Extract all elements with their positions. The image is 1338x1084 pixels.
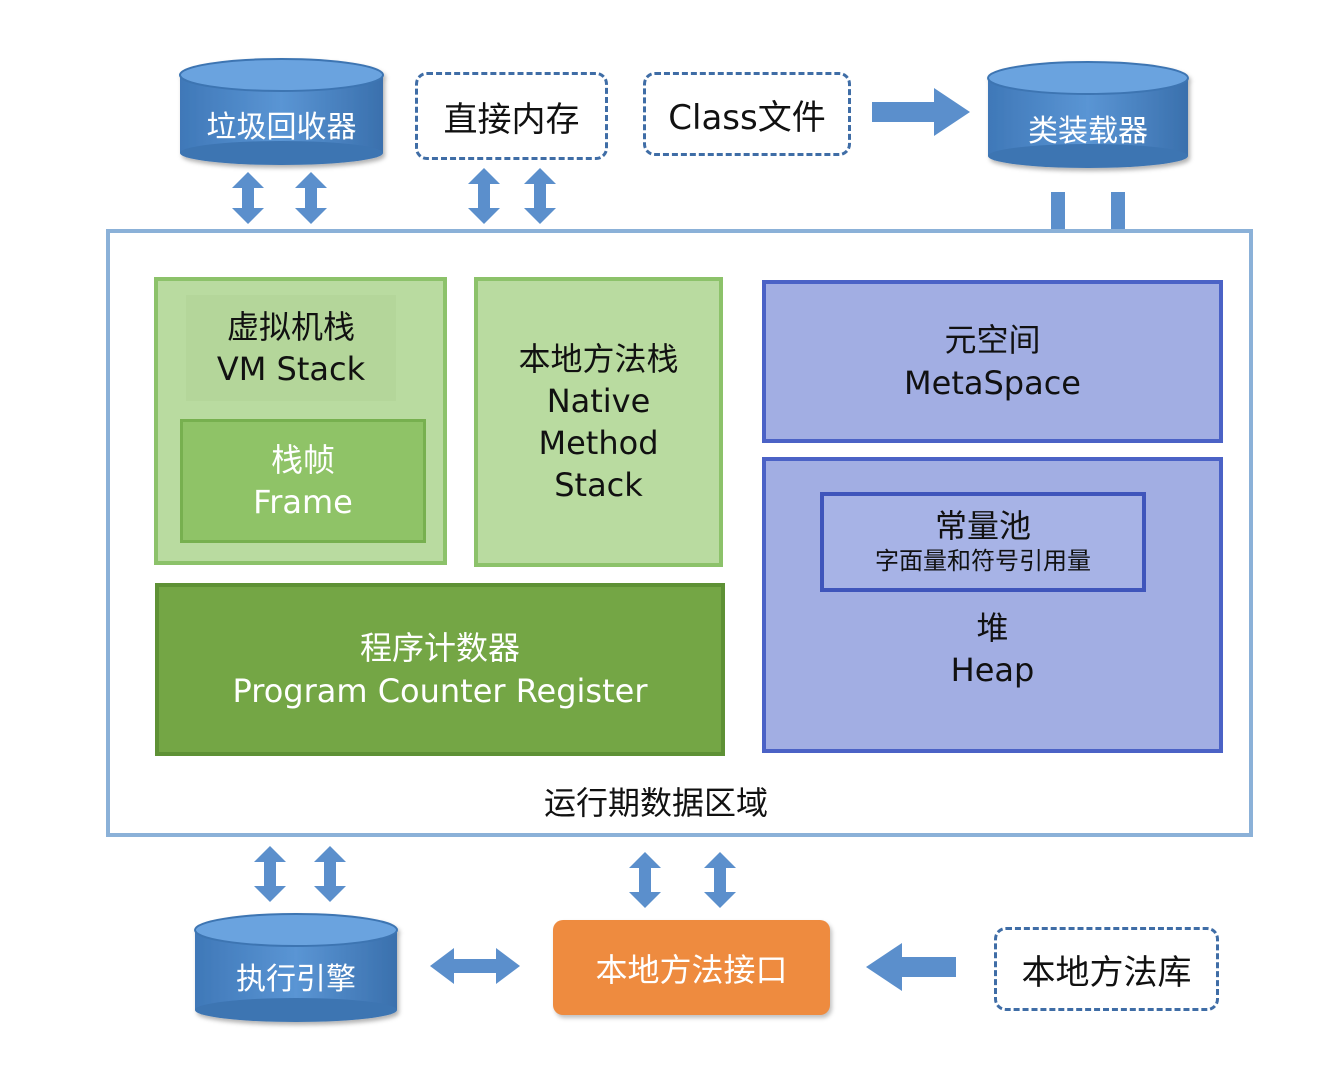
metaspace-cn: 元空间 xyxy=(944,321,1041,360)
frame-box: 栈帧 Frame xyxy=(180,419,426,543)
dm-arrow-1 xyxy=(468,168,500,224)
class-to-loader-arrow xyxy=(872,88,970,136)
heap-cn: 堆 xyxy=(976,608,1009,647)
native-library-box: 本地方法库 xyxy=(994,927,1219,1011)
heap-box: 常量池 字面量和符号引用量 堆 Heap xyxy=(762,457,1223,753)
metaspace-en: MetaSpace xyxy=(904,363,1081,402)
dm-arrow-2 xyxy=(524,168,556,224)
library-to-interface-arrow xyxy=(866,943,956,991)
gc-arrow-2 xyxy=(295,172,327,224)
constant-pool-box: 常量池 字面量和符号引用量 xyxy=(820,492,1146,592)
class-loader-label: 类装载器 xyxy=(1028,114,1148,149)
direct-memory-label: 直接内存 xyxy=(443,99,580,140)
metaspace-box: 元空间 MetaSpace xyxy=(762,280,1223,443)
pc-en: Program Counter Register xyxy=(232,671,648,710)
vm-stack-cn: 虚拟机栈 xyxy=(226,307,355,346)
native-stack-cn: 本地方法栈 xyxy=(518,339,679,378)
class-file-label: Class文件 xyxy=(668,97,826,138)
runtime-area-label: 运行期数据区域 xyxy=(543,784,768,822)
native-interface-box: 本地方法接口 xyxy=(553,920,830,1015)
program-counter-box: 程序计数器 Program Counter Register xyxy=(155,583,725,756)
engine-arrow-1 xyxy=(254,846,286,902)
pc-cn: 程序计数器 xyxy=(359,629,520,668)
engine-arrow-2 xyxy=(314,846,346,902)
interface-arrow-2 xyxy=(704,852,736,908)
native-stack-en3: Stack xyxy=(554,466,643,505)
native-stack-en1: Native xyxy=(546,381,651,420)
garbage-collector-label: 垃圾回收器 xyxy=(206,110,357,145)
interface-arrow-1 xyxy=(629,852,661,908)
native-stack-en2: Method xyxy=(538,424,659,462)
heap-label: 堆 Heap xyxy=(766,603,1219,695)
execution-engine-label: 执行引擎 xyxy=(236,962,356,997)
frame-cn: 栈帧 xyxy=(270,440,335,479)
engine-interface-arrow xyxy=(430,948,520,984)
vm-stack-box: 虚拟机栈 VM Stack 栈帧 Frame xyxy=(154,277,447,565)
frame-en: Frame xyxy=(253,483,353,521)
vm-stack-en: VM Stack xyxy=(216,350,366,388)
vm-stack-title: 虚拟机栈 VM Stack xyxy=(186,295,396,401)
class-file-box: Class文件 xyxy=(643,72,851,156)
constant-pool-sub: 字面量和符号引用量 xyxy=(875,546,1091,575)
gc-arrow-1 xyxy=(232,172,264,224)
native-method-stack-box: 本地方法栈 Native Method Stack xyxy=(474,277,723,567)
native-library-label: 本地方法库 xyxy=(1021,952,1192,993)
direct-memory-box: 直接内存 xyxy=(415,72,608,160)
constant-pool-cn: 常量池 xyxy=(934,507,1031,546)
heap-en: Heap xyxy=(950,651,1035,689)
native-interface-label: 本地方法接口 xyxy=(595,950,788,989)
